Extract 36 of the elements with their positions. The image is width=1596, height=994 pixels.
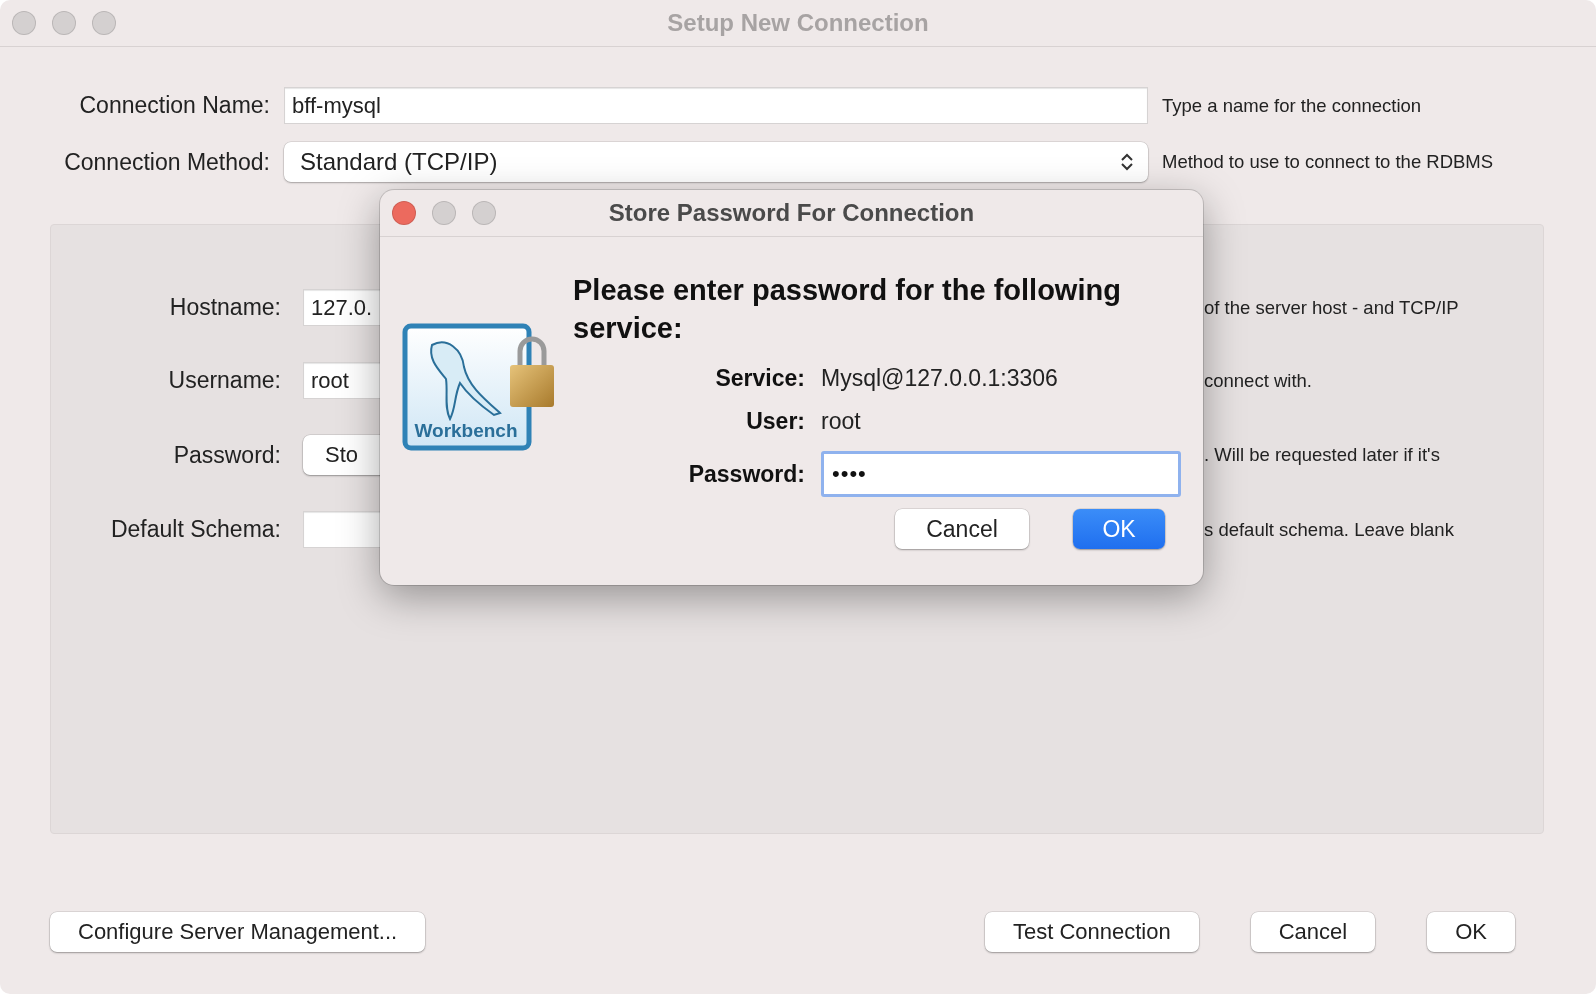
cancel-button[interactable]: Cancel xyxy=(895,509,1029,549)
field-label: Password: xyxy=(173,441,281,469)
field-label: Hostname: xyxy=(169,294,281,321)
close-button[interactable] xyxy=(392,201,416,225)
zoom-button[interactable] xyxy=(92,11,116,35)
window-title: Setup New Connection xyxy=(667,9,929,36)
footer-button[interactable]: Test Connection xyxy=(984,912,1199,952)
field-label: User: xyxy=(746,408,805,435)
field-label: Connection Name: xyxy=(79,92,270,119)
zoom-button[interactable] xyxy=(472,201,496,225)
chevron-updown-icon xyxy=(1120,152,1134,172)
field-value: Mysql@127.0.0.1:3306 xyxy=(821,365,1059,392)
field-value: root xyxy=(821,408,862,435)
minimize-button[interactable] xyxy=(52,11,76,35)
method-select[interactable]: Standard (TCP/IP) xyxy=(284,142,1148,182)
footer-button[interactable]: OK xyxy=(1427,912,1515,952)
dialog-title: Store Password For Connection xyxy=(608,199,975,226)
help-text: connect with. xyxy=(1204,369,1313,392)
dialog-heading: Please enter password for the following service: xyxy=(573,273,1122,346)
help-text: Method to use to connect to the RDBMS xyxy=(1162,151,1495,173)
ok-button[interactable]: OK xyxy=(1073,509,1165,549)
password-field[interactable]: •••• xyxy=(821,451,1181,497)
configure-button[interactable]: Configure Server Management... xyxy=(50,912,426,952)
help-text: s default schema. Leave blank xyxy=(1204,518,1455,541)
help-text: of the server host - and TCP/IP xyxy=(1204,296,1460,319)
footer-button[interactable]: Cancel xyxy=(1250,912,1376,952)
close-button[interactable] xyxy=(12,11,36,35)
text-field[interactable]: bff-mysql xyxy=(284,87,1148,124)
field-label: Connection Method: xyxy=(64,148,270,176)
help-text: Type a name for the connection xyxy=(1162,94,1423,117)
field-label: Username: xyxy=(168,367,281,394)
help-text: . Will be requested later if it's xyxy=(1204,444,1441,466)
field-label: Default Schema: xyxy=(110,516,281,543)
field-label: Service: xyxy=(715,365,805,392)
field-label: Password: xyxy=(688,460,805,488)
minimize-button[interactable] xyxy=(432,201,456,225)
